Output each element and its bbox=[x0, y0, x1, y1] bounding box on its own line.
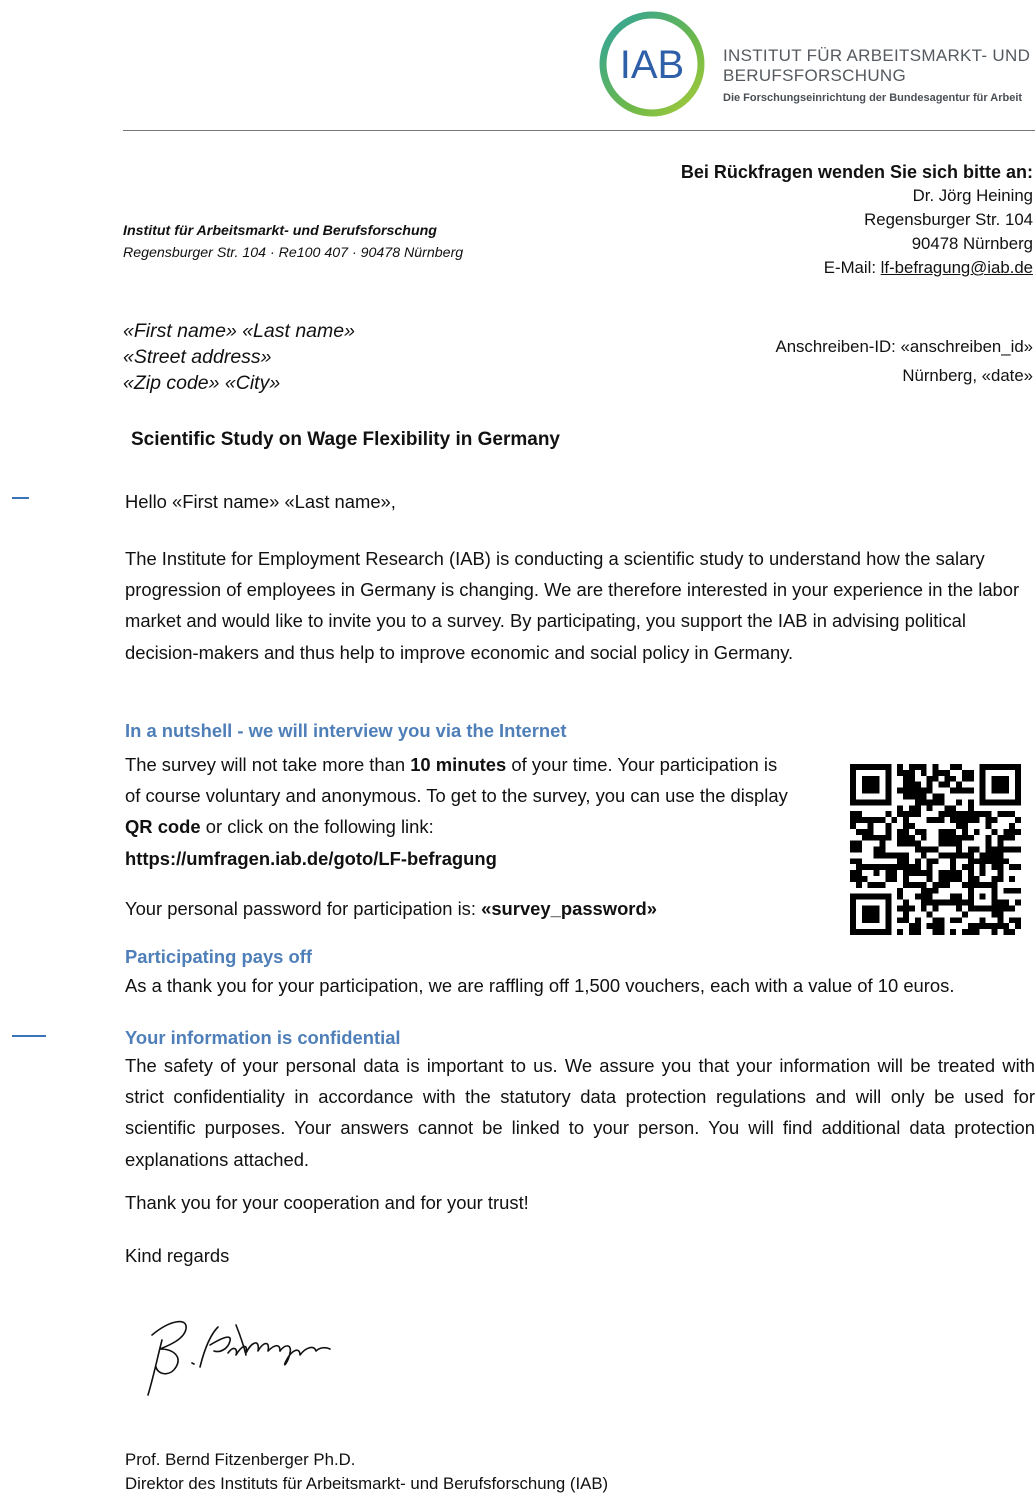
qr-code-image[interactable] bbox=[850, 764, 1021, 935]
iab-logo: IAB INSTITUT FÜR ARBEITSMARKT- UND BERUF… bbox=[598, 10, 1031, 122]
sender-address: Institut für Arbeitsmarkt- und Berufsfor… bbox=[123, 220, 463, 264]
sender-street: Regensburger Str. 104 · Re100 407 · 9047… bbox=[123, 245, 464, 261]
signer-block: Prof. Bernd Fitzenberger Ph.D. Direktor … bbox=[125, 1448, 608, 1496]
contact-email-line: E-Mail: lf-befragung@iab.de bbox=[681, 256, 1033, 280]
contact-heading: Bei Rückfragen wenden Sie sich bitte an: bbox=[680, 162, 1033, 182]
closing-line: Kind regards bbox=[125, 1245, 230, 1266]
password-value: «survey_password» bbox=[481, 898, 657, 919]
letter-date: Nürnberg, «date» bbox=[902, 366, 1033, 385]
survey-text-3: or click on the following link: bbox=[200, 816, 434, 838]
letter-id: Anschreiben-ID: «anschreiben_id» bbox=[775, 337, 1033, 356]
contact-email-label: E-Mail: bbox=[823, 258, 881, 277]
logo-line-2: BERUFSFORSCHUNG bbox=[723, 66, 907, 85]
handwritten-signature bbox=[147, 1320, 331, 1396]
recipient-street: «Street address» bbox=[123, 346, 272, 368]
recipient-address: «First name» «Last name» «Street address… bbox=[123, 318, 355, 396]
sender-name: Institut für Arbeitsmarkt- und Berufsfor… bbox=[123, 223, 437, 239]
contact-street: Regensburger Str. 104 bbox=[864, 210, 1033, 229]
contact-city: 90478 Nürnberg bbox=[911, 234, 1033, 253]
letter-meta: Anschreiben-ID: «anschreiben_id» Nürnber… bbox=[776, 332, 1033, 390]
raffle-paragraph: As a thank you for your participation, w… bbox=[125, 975, 955, 996]
logo-line-1: INSTITUT FÜR ARBEITSMARKT- UND bbox=[723, 46, 1031, 65]
logo-abbr: IAB bbox=[620, 43, 684, 87]
fold-mark-top bbox=[12, 497, 29, 499]
survey-text-1: The survey will not take more than bbox=[125, 754, 411, 775]
qr-code-label: QR code bbox=[125, 816, 201, 838]
signer-name: Prof. Bernd Fitzenberger Ph.D. bbox=[125, 1450, 356, 1469]
iab-logo-ring: IAB bbox=[599, 11, 705, 117]
recipient-name: «First name» «Last name» bbox=[123, 320, 355, 342]
thanks-line: Thank you for your cooperation and for y… bbox=[125, 1192, 529, 1213]
greeting: Hello «First name» «Last name», bbox=[125, 491, 396, 512]
survey-duration: 10 minutes bbox=[410, 754, 507, 775]
contact-person: Dr. Jörg Heining bbox=[912, 186, 1033, 205]
fold-mark-bottom bbox=[12, 1035, 46, 1037]
contact-block: Bei Rückfragen wenden Sie sich bitte an:… bbox=[681, 160, 1033, 280]
intro-paragraph: The Institute for Employment Research (I… bbox=[125, 548, 1020, 663]
survey-paragraph: The survey will not take more than 10 mi… bbox=[125, 749, 790, 874]
recipient-city: «Zip code» «City» bbox=[123, 372, 281, 394]
section-heading-raffle: Participating pays off bbox=[125, 946, 313, 967]
contact-email-link[interactable]: lf-befragung@iab.de bbox=[881, 258, 1033, 277]
signer-title: Direktor des Instituts für Arbeitsmarkt-… bbox=[125, 1474, 609, 1493]
password-label: Your personal password for participation… bbox=[125, 898, 482, 919]
survey-link[interactable]: https://umfragen.iab.de/goto/LF-befragun… bbox=[125, 848, 497, 869]
section-heading-privacy: Your information is confidential bbox=[125, 1027, 401, 1048]
header-divider bbox=[123, 130, 1035, 131]
letter-subject: Scientific Study on Wage Flexibility in … bbox=[131, 429, 560, 450]
section-heading-survey: In a nutshell - we will interview you vi… bbox=[125, 720, 567, 741]
logo-tagline: Die Forschungseinrichtung der Bundesagen… bbox=[723, 92, 1023, 104]
privacy-paragraph: The safety of your personal data is impo… bbox=[125, 1055, 1035, 1170]
